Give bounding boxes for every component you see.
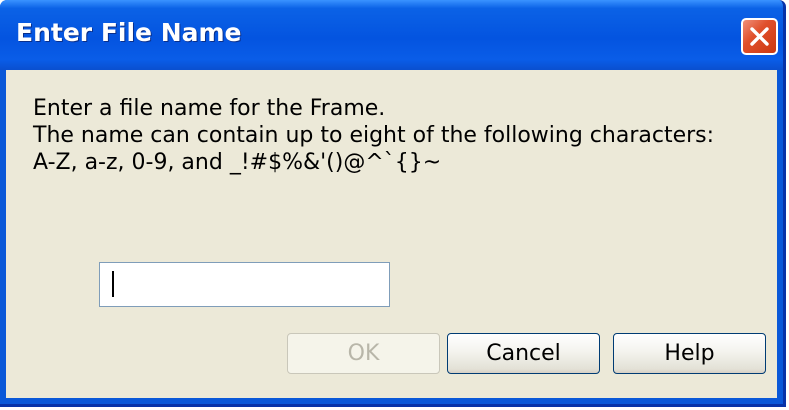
message-line: Enter a file name for the Frame.	[33, 96, 386, 121]
help-button[interactable]: Help	[613, 333, 766, 374]
filename-input-caret-layer	[99, 262, 390, 307]
message-line: The name can contain up to eight of the …	[33, 123, 715, 148]
instruction-message: Enter a file name for the Frame. The nam…	[33, 95, 714, 176]
text-caret	[112, 271, 114, 297]
close-button[interactable]	[741, 18, 778, 55]
close-icon	[750, 27, 769, 46]
message-line: A-Z, a-z, 0-9, and _!#$%&'()@^`{}~	[33, 150, 442, 175]
cancel-button[interactable]: Cancel	[447, 333, 600, 374]
ok-button[interactable]: OK	[287, 333, 440, 374]
dialog-title: Enter File Name	[16, 18, 242, 47]
title-bar[interactable]: Enter File Name	[0, 0, 783, 70]
